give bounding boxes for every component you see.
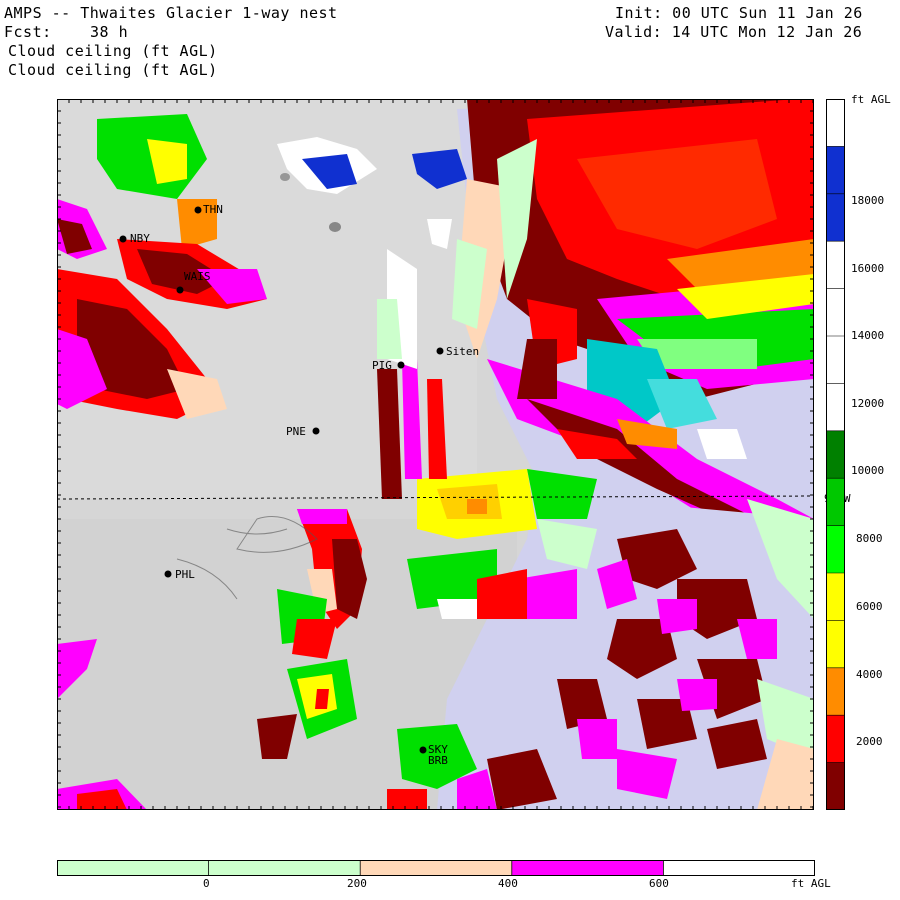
colorbar-band bbox=[826, 383, 845, 432]
colorbar-band bbox=[826, 336, 845, 384]
station-marker-phl bbox=[164, 570, 172, 578]
init-time: Init: 00 UTC Sun 11 Jan 26 bbox=[615, 4, 863, 22]
station-label-siten: Siten bbox=[446, 345, 480, 358]
field-name-2: Cloud ceiling (ft AGL) bbox=[8, 61, 218, 79]
station-marker-pne bbox=[312, 427, 320, 435]
colorbar-band bbox=[826, 241, 845, 290]
station-marker-sky bbox=[419, 746, 427, 754]
colorbar-tick: 4000 bbox=[856, 668, 883, 681]
colorbar-band bbox=[826, 288, 845, 337]
colorbar-band bbox=[826, 193, 845, 242]
station-label-brb: BRB bbox=[428, 754, 448, 767]
field-name-1: Cloud ceiling (ft AGL) bbox=[8, 42, 218, 60]
colorbar-tick: 14000 bbox=[851, 329, 885, 342]
station-label-phl: PHL bbox=[175, 568, 195, 581]
bottom-colorbar-tick: 200 bbox=[347, 877, 367, 890]
colorbar-unit: ft AGL bbox=[851, 93, 891, 106]
colorbar-band bbox=[826, 715, 845, 764]
bottom-colorbar-band bbox=[511, 860, 664, 876]
station-label-thn: THN bbox=[203, 203, 223, 216]
colorbar-tick: 12000 bbox=[851, 397, 885, 410]
colorbar-band bbox=[826, 430, 845, 479]
bottom-colorbar-tick: 0 bbox=[203, 877, 210, 890]
ceiling-colorbar bbox=[826, 99, 845, 810]
colorbar-band bbox=[826, 525, 845, 574]
bottom-colorbar-band bbox=[57, 860, 210, 876]
station-marker-pig bbox=[397, 361, 405, 369]
station-label-pig: PIG bbox=[372, 359, 392, 372]
colorbar-band bbox=[826, 762, 845, 810]
station-marker-thn bbox=[194, 206, 202, 214]
colorbar-tick: 2000 bbox=[856, 735, 883, 748]
station-marker-wais bbox=[176, 286, 184, 294]
colorbar-band bbox=[826, 573, 845, 621]
station-marker-nby bbox=[119, 235, 127, 243]
map-title: AMPS -- Thwaites Glacier 1-way nest bbox=[4, 4, 338, 22]
cloud-ceiling-map bbox=[57, 99, 814, 810]
colorbar-tick: 16000 bbox=[851, 262, 885, 275]
station-marker-siten bbox=[436, 347, 444, 355]
forecast-label: Fcst: bbox=[4, 23, 52, 41]
station-label-nby: NBY bbox=[130, 232, 150, 245]
station-label-wais: WAIS bbox=[184, 270, 211, 283]
bottom-colorbar-unit: ft AGL bbox=[791, 877, 831, 890]
valid-time: Valid: 14 UTC Mon 12 Jan 26 bbox=[605, 23, 863, 41]
colorbar-tick: 8000 bbox=[856, 532, 883, 545]
forecast-hour: 38 h bbox=[90, 23, 129, 41]
colorbar-tick: 6000 bbox=[856, 600, 883, 613]
bottom-colorbar-band bbox=[663, 860, 815, 876]
station-label-pne: PNE bbox=[286, 425, 306, 438]
bottom-colorbar-band bbox=[208, 860, 361, 876]
colorbar-band bbox=[826, 146, 845, 195]
bottom-colorbar-tick: 600 bbox=[649, 877, 669, 890]
bottom-colorbar-tick: 400 bbox=[498, 877, 518, 890]
colorbar-band bbox=[826, 667, 845, 716]
bottom-colorbar-band bbox=[360, 860, 513, 876]
colorbar-band bbox=[826, 620, 845, 669]
low-ceiling-colorbar bbox=[57, 860, 815, 876]
colorbar-band bbox=[826, 99, 845, 147]
colorbar-band bbox=[826, 478, 845, 527]
colorbar-tick: 10000 bbox=[851, 464, 885, 477]
colorbar-tick: 18000 bbox=[851, 194, 885, 207]
